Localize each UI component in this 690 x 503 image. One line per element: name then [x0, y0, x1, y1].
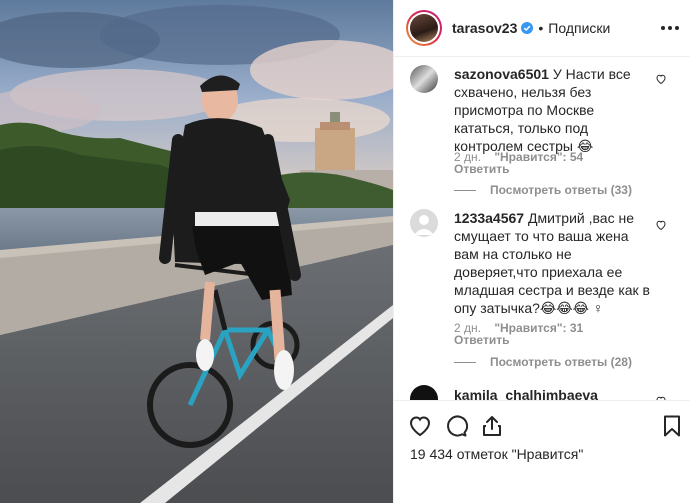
heart-icon[interactable] — [408, 414, 432, 438]
comment-text-block: 1233a4567 Дмитрий ,вас не смущает то что… — [454, 209, 654, 317]
comment-text-block: kamila_chalhimbaeva — [454, 386, 654, 400]
post-image — [0, 0, 393, 503]
comment-username[interactable]: kamila_chalhimbaeva — [454, 387, 598, 400]
post-header: tarasov23 • Подписки — [394, 0, 690, 57]
post-photo[interactable] — [0, 0, 393, 503]
reply-button[interactable]: Ответить — [454, 162, 509, 176]
reply-button[interactable]: Ответить — [454, 333, 509, 347]
default-avatar-icon — [414, 215, 434, 235]
view-replies-label: Посмотреть ответы (33) — [490, 183, 632, 197]
comment-like-heart-icon[interactable] — [655, 219, 667, 231]
post-side-panel: tarasov23 • Подписки sazonova6501 У Наст… — [393, 0, 690, 503]
comment-username[interactable]: sazonova6501 — [454, 66, 549, 82]
comment-username[interactable]: 1233a4567 — [454, 210, 524, 226]
post-actions-bar: 19 434 отметок "Нравится" — [394, 400, 690, 503]
comment-like-heart-icon[interactable] — [655, 73, 667, 85]
comment-text-block: sazonova6501 У Насти все схвачено, нельз… — [454, 65, 654, 155]
author-avatar[interactable] — [406, 10, 442, 46]
following-button[interactable]: Подписки — [548, 20, 610, 36]
view-replies-button[interactable]: Посмотреть ответы (28) — [454, 355, 632, 369]
comment-avatar[interactable] — [410, 209, 438, 237]
comment-avatar[interactable] — [410, 65, 438, 93]
view-replies-line — [454, 361, 476, 363]
comment-icon[interactable] — [444, 414, 468, 438]
author-username[interactable]: tarasov23 — [452, 20, 517, 36]
view-replies-label: Посмотреть ответы (28) — [490, 355, 632, 369]
more-options-icon[interactable] — [661, 20, 679, 36]
comment-avatar[interactable] — [410, 385, 438, 400]
view-replies-button[interactable]: Посмотреть ответы (33) — [454, 183, 632, 197]
comments-list[interactable]: sazonova6501 У Насти все схвачено, нельз… — [394, 57, 690, 400]
view-replies-line — [454, 189, 476, 191]
separator-dot: • — [538, 20, 544, 36]
likes-count[interactable]: 19 434 отметок "Нравится" — [410, 446, 583, 462]
verified-badge-icon — [521, 22, 534, 34]
bookmark-icon[interactable] — [660, 414, 684, 438]
share-icon[interactable] — [480, 414, 504, 438]
